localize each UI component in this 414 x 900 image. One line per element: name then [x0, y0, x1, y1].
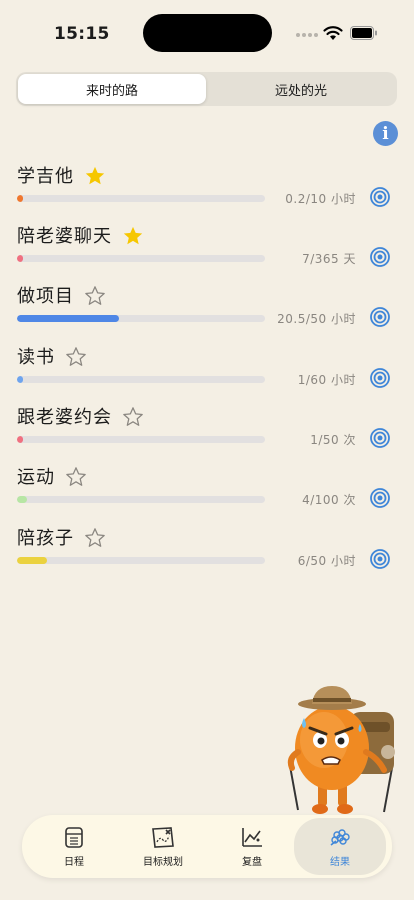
target-icon[interactable] [370, 428, 390, 448]
goal-progress-fill [17, 376, 23, 383]
goal-progress-fill [17, 195, 23, 202]
goal-progress-bar [17, 376, 265, 383]
tab-schedule[interactable]: 日程 [28, 815, 120, 878]
goal-row[interactable]: 陪孩子 6/50 小时 [0, 528, 414, 578]
goal-title: 陪老婆聊天 [17, 226, 112, 247]
goal-title: 读书 [17, 347, 55, 368]
star-outline-icon[interactable] [84, 527, 106, 549]
goal-row[interactable]: 学吉他 0.2/10 小时 [0, 166, 414, 216]
goal-progress-fill [17, 436, 23, 443]
battery-icon [350, 26, 377, 40]
tab-label-review: 复盘 [242, 856, 262, 868]
target-icon[interactable] [370, 549, 390, 569]
goal-progress-text: 0.2/10 小时 [285, 192, 356, 206]
target-icon[interactable] [370, 488, 390, 508]
tab-bar: 日程 目标规划 复盘 结果 [22, 815, 392, 878]
goal-title: 跟老婆约会 [17, 407, 112, 428]
tab-goal-planning[interactable]: 目标规划 [117, 815, 209, 878]
goal-row[interactable]: 跟老婆约会 1/50 次 [0, 407, 414, 457]
goal-row[interactable]: 陪老婆聊天 7/365 天 [0, 226, 414, 276]
goal-progress-fill [17, 255, 23, 262]
status-bar: 15:15 [0, 0, 414, 60]
goal-row[interactable]: 运动 4/100 次 [0, 467, 414, 517]
goal-progress-fill [17, 496, 27, 503]
map-icon [152, 826, 174, 848]
tab-label-results: 结果 [330, 856, 350, 868]
goal-progress-text: 1/50 次 [310, 433, 356, 447]
goal-progress-text: 4/100 次 [302, 493, 356, 507]
target-icon[interactable] [370, 307, 390, 327]
goal-progress-text: 1/60 小时 [297, 373, 356, 387]
goal-title: 做项目 [17, 286, 74, 307]
harvest-icon [330, 828, 350, 846]
star-filled-icon[interactable] [122, 225, 144, 247]
tab-label-schedule: 日程 [64, 856, 84, 868]
goal-progress-bar [17, 195, 265, 202]
goal-row[interactable]: 做项目 20.5/50 小时 [0, 286, 414, 336]
target-icon[interactable] [370, 187, 390, 207]
info-icon[interactable]: i [373, 121, 398, 146]
wifi-icon [323, 26, 343, 40]
segmented-control: 来时的路 远处的光 [16, 72, 397, 106]
tab-past-road[interactable]: 来时的路 [18, 74, 206, 104]
goal-progress-bar [17, 436, 265, 443]
tab-results[interactable]: 结果 [294, 818, 386, 875]
goal-progress-fill [17, 557, 47, 564]
tab-label-goal-planning: 目标规划 [143, 856, 183, 868]
star-outline-icon[interactable] [65, 346, 87, 368]
goal-progress-bar [17, 315, 265, 322]
star-outline-icon[interactable] [84, 285, 106, 307]
goal-title: 陪孩子 [17, 528, 74, 549]
status-time: 15:15 [54, 24, 110, 44]
goal-title: 学吉他 [17, 166, 74, 187]
star-filled-icon[interactable] [84, 165, 106, 187]
goal-progress-fill [17, 315, 119, 322]
target-icon[interactable] [370, 247, 390, 267]
chart-icon [242, 827, 262, 847]
goal-progress-text: 20.5/50 小时 [277, 312, 356, 326]
goal-progress-text: 7/365 天 [302, 252, 356, 266]
goal-progress-bar [17, 255, 265, 262]
goal-title: 运动 [17, 467, 55, 488]
tab-review[interactable]: 复盘 [206, 815, 298, 878]
goal-progress-bar [17, 496, 265, 503]
signal-icon [296, 33, 318, 37]
mascot-illustration [287, 686, 395, 814]
tab-distant-light[interactable]: 远处的光 [207, 74, 395, 104]
target-icon[interactable] [370, 368, 390, 388]
goal-progress-bar [17, 557, 265, 564]
goal-progress-text: 6/50 小时 [297, 554, 356, 568]
calendar-icon [65, 826, 83, 848]
star-outline-icon[interactable] [65, 466, 87, 488]
goal-row[interactable]: 读书 1/60 小时 [0, 347, 414, 397]
dynamic-island [143, 14, 272, 52]
star-outline-icon[interactable] [122, 406, 144, 428]
